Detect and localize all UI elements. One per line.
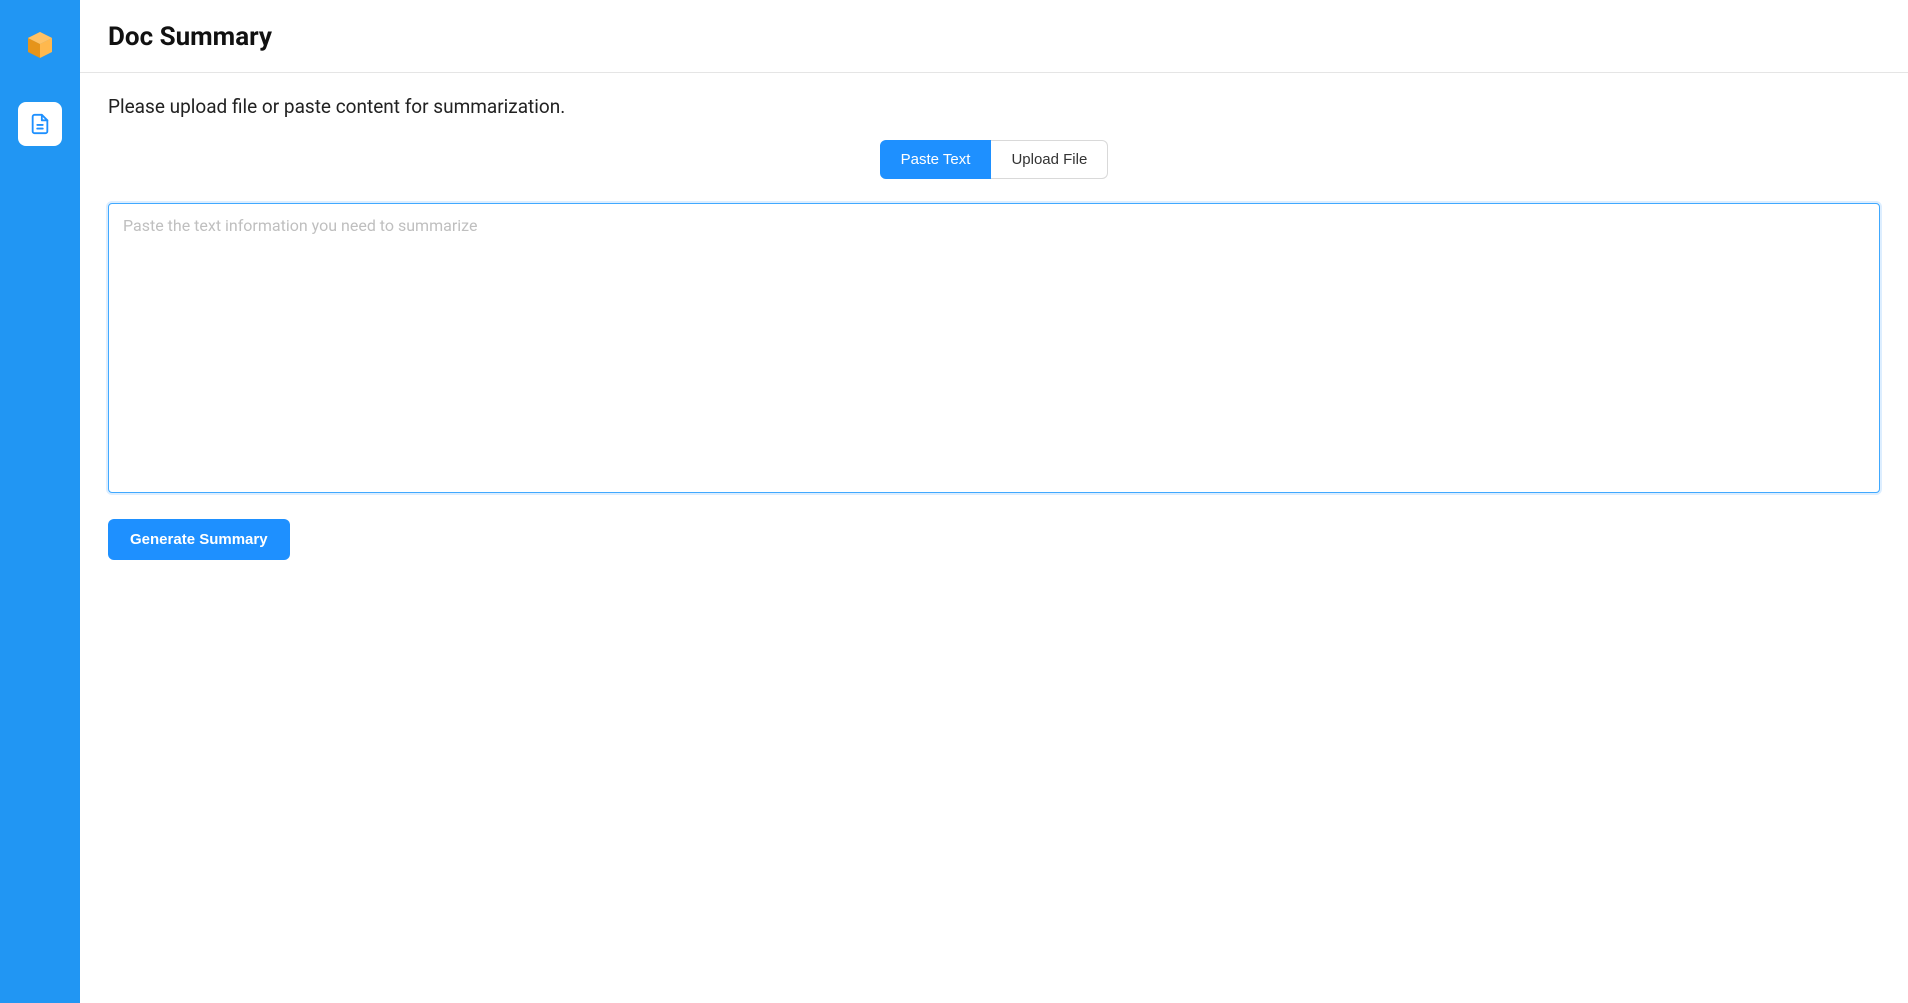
tab-upload-file[interactable]: Upload File [991,140,1108,179]
tab-paste-text[interactable]: Paste Text [880,140,992,179]
header: Doc Summary [80,0,1908,73]
textarea-container [108,203,1880,497]
page-title: Doc Summary [108,22,1880,52]
sidebar [0,0,80,1003]
input-mode-tabs: Paste Text Upload File [108,140,1880,179]
description-text: Please upload file or paste content for … [108,95,1880,118]
sidebar-item-doc-summary[interactable] [18,102,62,146]
document-icon [29,113,51,135]
content-textarea[interactable] [108,203,1880,493]
cube-logo-icon [24,30,56,62]
content-area: Please upload file or paste content for … [80,73,1908,582]
main-content: Doc Summary Please upload file or paste … [80,0,1908,1003]
generate-summary-button[interactable]: Generate Summary [108,519,290,560]
